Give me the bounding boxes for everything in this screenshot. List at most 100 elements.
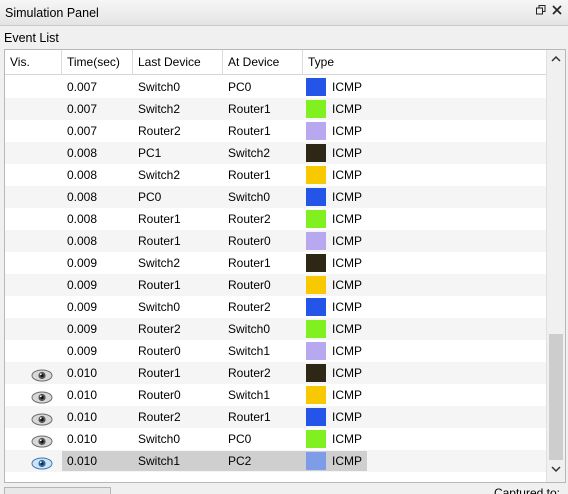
eye-icon[interactable]	[31, 367, 53, 382]
close-icon[interactable]	[552, 5, 562, 19]
vis-cell[interactable]	[5, 230, 62, 252]
vis-cell[interactable]	[5, 362, 62, 384]
table-row[interactable]: 0.008 Switch2 Router1 ICMP	[5, 164, 546, 186]
vis-cell[interactable]	[5, 186, 62, 208]
type-cell: ICMP	[303, 274, 546, 296]
eye-icon[interactable]	[31, 389, 53, 404]
vis-cell[interactable]	[5, 208, 62, 230]
event-list-table[interactable]: Vis. Time(sec) Last Device At Device Typ…	[4, 49, 566, 483]
time-cell: 0.009	[67, 344, 98, 358]
vis-cell[interactable]	[5, 120, 62, 142]
table-row[interactable]: 0.009 Switch2 Router1 ICMP	[5, 252, 546, 274]
table-row[interactable]: 0.010 Switch0 PC0 ICMP	[5, 428, 546, 450]
time-cell: 0.009	[67, 256, 98, 270]
last-device-cell: Router1	[138, 234, 181, 248]
table-row[interactable]: 0.009 Router2 Switch0 ICMP	[5, 318, 546, 340]
column-header-at-device[interactable]: At Device	[223, 50, 303, 75]
vis-cell[interactable]	[5, 98, 62, 120]
table-row[interactable]: 0.007 Switch2 Router1 ICMP	[5, 98, 546, 120]
table-row[interactable]: 0.007 Router2 Router1 ICMP	[5, 120, 546, 142]
vis-cell[interactable]	[5, 450, 62, 472]
eye-icon[interactable]	[31, 433, 53, 448]
type-cell: ICMP	[303, 120, 546, 142]
last-device-cell: Router2	[138, 322, 181, 336]
type-cell: ICMP	[303, 428, 546, 450]
panel-titlebar: Simulation Panel	[0, 0, 568, 26]
color-swatch	[306, 122, 326, 140]
column-header-last-device[interactable]: Last Device	[133, 50, 223, 75]
table-row[interactable]: 0.008 PC1 Switch2 ICMP	[5, 142, 546, 164]
at-device-cell: PC0	[228, 80, 252, 94]
last-device-cell: Router2	[138, 410, 181, 424]
vis-cell[interactable]	[5, 406, 62, 428]
table-row[interactable]: 0.010 Router1 Router2 ICMP	[5, 362, 546, 384]
table-row[interactable]: 0.008 Router1 Router0 ICMP	[5, 230, 546, 252]
at-device-cell: Switch1	[228, 388, 271, 402]
scroll-up-icon[interactable]	[547, 52, 565, 70]
color-swatch	[306, 276, 326, 294]
vis-cell[interactable]	[5, 428, 62, 450]
table-row[interactable]: 0.008 PC0 Switch0 ICMP	[5, 186, 546, 208]
at-device-cell: Router1	[228, 124, 271, 138]
last-device-cell: PC1	[138, 146, 162, 160]
window-controls	[536, 5, 562, 19]
type-label: ICMP	[332, 124, 362, 138]
at-device-cell: Router1	[228, 168, 271, 182]
at-device-cell: Router0	[228, 234, 271, 248]
at-device-cell: Router1	[228, 410, 271, 424]
restore-icon[interactable]	[536, 5, 546, 19]
table-row[interactable]: 0.010 Router2 Router1 ICMP	[5, 406, 546, 428]
time-cell: 0.008	[67, 234, 98, 248]
scrollbar-thumb[interactable]	[549, 334, 563, 460]
vis-cell[interactable]	[5, 296, 62, 318]
type-label: ICMP	[332, 366, 362, 380]
event-list-label: Event List	[4, 31, 59, 45]
type-label: ICMP	[332, 454, 362, 468]
type-label: ICMP	[332, 432, 362, 446]
vis-cell[interactable]	[5, 384, 62, 406]
table-row[interactable]: 0.010 Switch1 PC2 ICMP	[5, 450, 546, 472]
bottom-tab[interactable]	[4, 487, 111, 494]
at-device-cell: PC2	[228, 454, 252, 468]
column-header-vis[interactable]: Vis.	[5, 50, 62, 75]
at-device-cell: Switch2	[228, 146, 271, 160]
type-cell: ICMP	[303, 76, 546, 98]
time-cell: 0.010	[67, 388, 98, 402]
vis-cell[interactable]	[5, 340, 62, 362]
vis-cell[interactable]	[5, 164, 62, 186]
color-swatch	[306, 298, 326, 316]
last-device-cell: Switch2	[138, 102, 181, 116]
eye-icon[interactable]	[31, 455, 53, 470]
vis-cell[interactable]	[5, 142, 62, 164]
panel-title: Simulation Panel	[5, 6, 99, 20]
table-row[interactable]: 0.009 Router0 Switch1 ICMP	[5, 340, 546, 362]
column-header-time[interactable]: Time(sec)	[62, 50, 133, 75]
vis-cell[interactable]	[5, 318, 62, 340]
last-device-cell: Switch2	[138, 168, 181, 182]
vis-cell[interactable]	[5, 274, 62, 296]
at-device-cell: Router1	[228, 256, 271, 270]
at-device-cell: Switch1	[228, 344, 271, 358]
table-row[interactable]: 0.009 Switch0 Router2 ICMP	[5, 296, 546, 318]
at-device-cell: Router2	[228, 366, 271, 380]
eye-icon[interactable]	[31, 411, 53, 426]
type-label: ICMP	[332, 322, 362, 336]
at-device-cell: Router1	[228, 102, 271, 116]
type-label: ICMP	[332, 168, 362, 182]
table-row[interactable]: 0.010 Router0 Switch1 ICMP	[5, 384, 546, 406]
table-header: Vis. Time(sec) Last Device At Device Typ…	[5, 50, 546, 75]
table-row[interactable]: 0.007 Switch0 PC0 ICMP	[5, 76, 546, 98]
type-label: ICMP	[332, 234, 362, 248]
table-row[interactable]: 0.009 Router1 Router0 ICMP	[5, 274, 546, 296]
column-header-type[interactable]: Type	[303, 50, 546, 75]
type-cell: ICMP	[303, 186, 546, 208]
last-device-cell: Router1	[138, 212, 181, 226]
captured-to-label: Captured to:	[493, 486, 560, 494]
vis-cell[interactable]	[5, 76, 62, 98]
color-swatch	[306, 430, 326, 448]
scroll-down-icon[interactable]	[547, 462, 565, 480]
table-row[interactable]: 0.008 Router1 Router2 ICMP	[5, 208, 546, 230]
vertical-scrollbar[interactable]	[546, 50, 565, 482]
type-cell: ICMP	[303, 252, 546, 274]
vis-cell[interactable]	[5, 252, 62, 274]
